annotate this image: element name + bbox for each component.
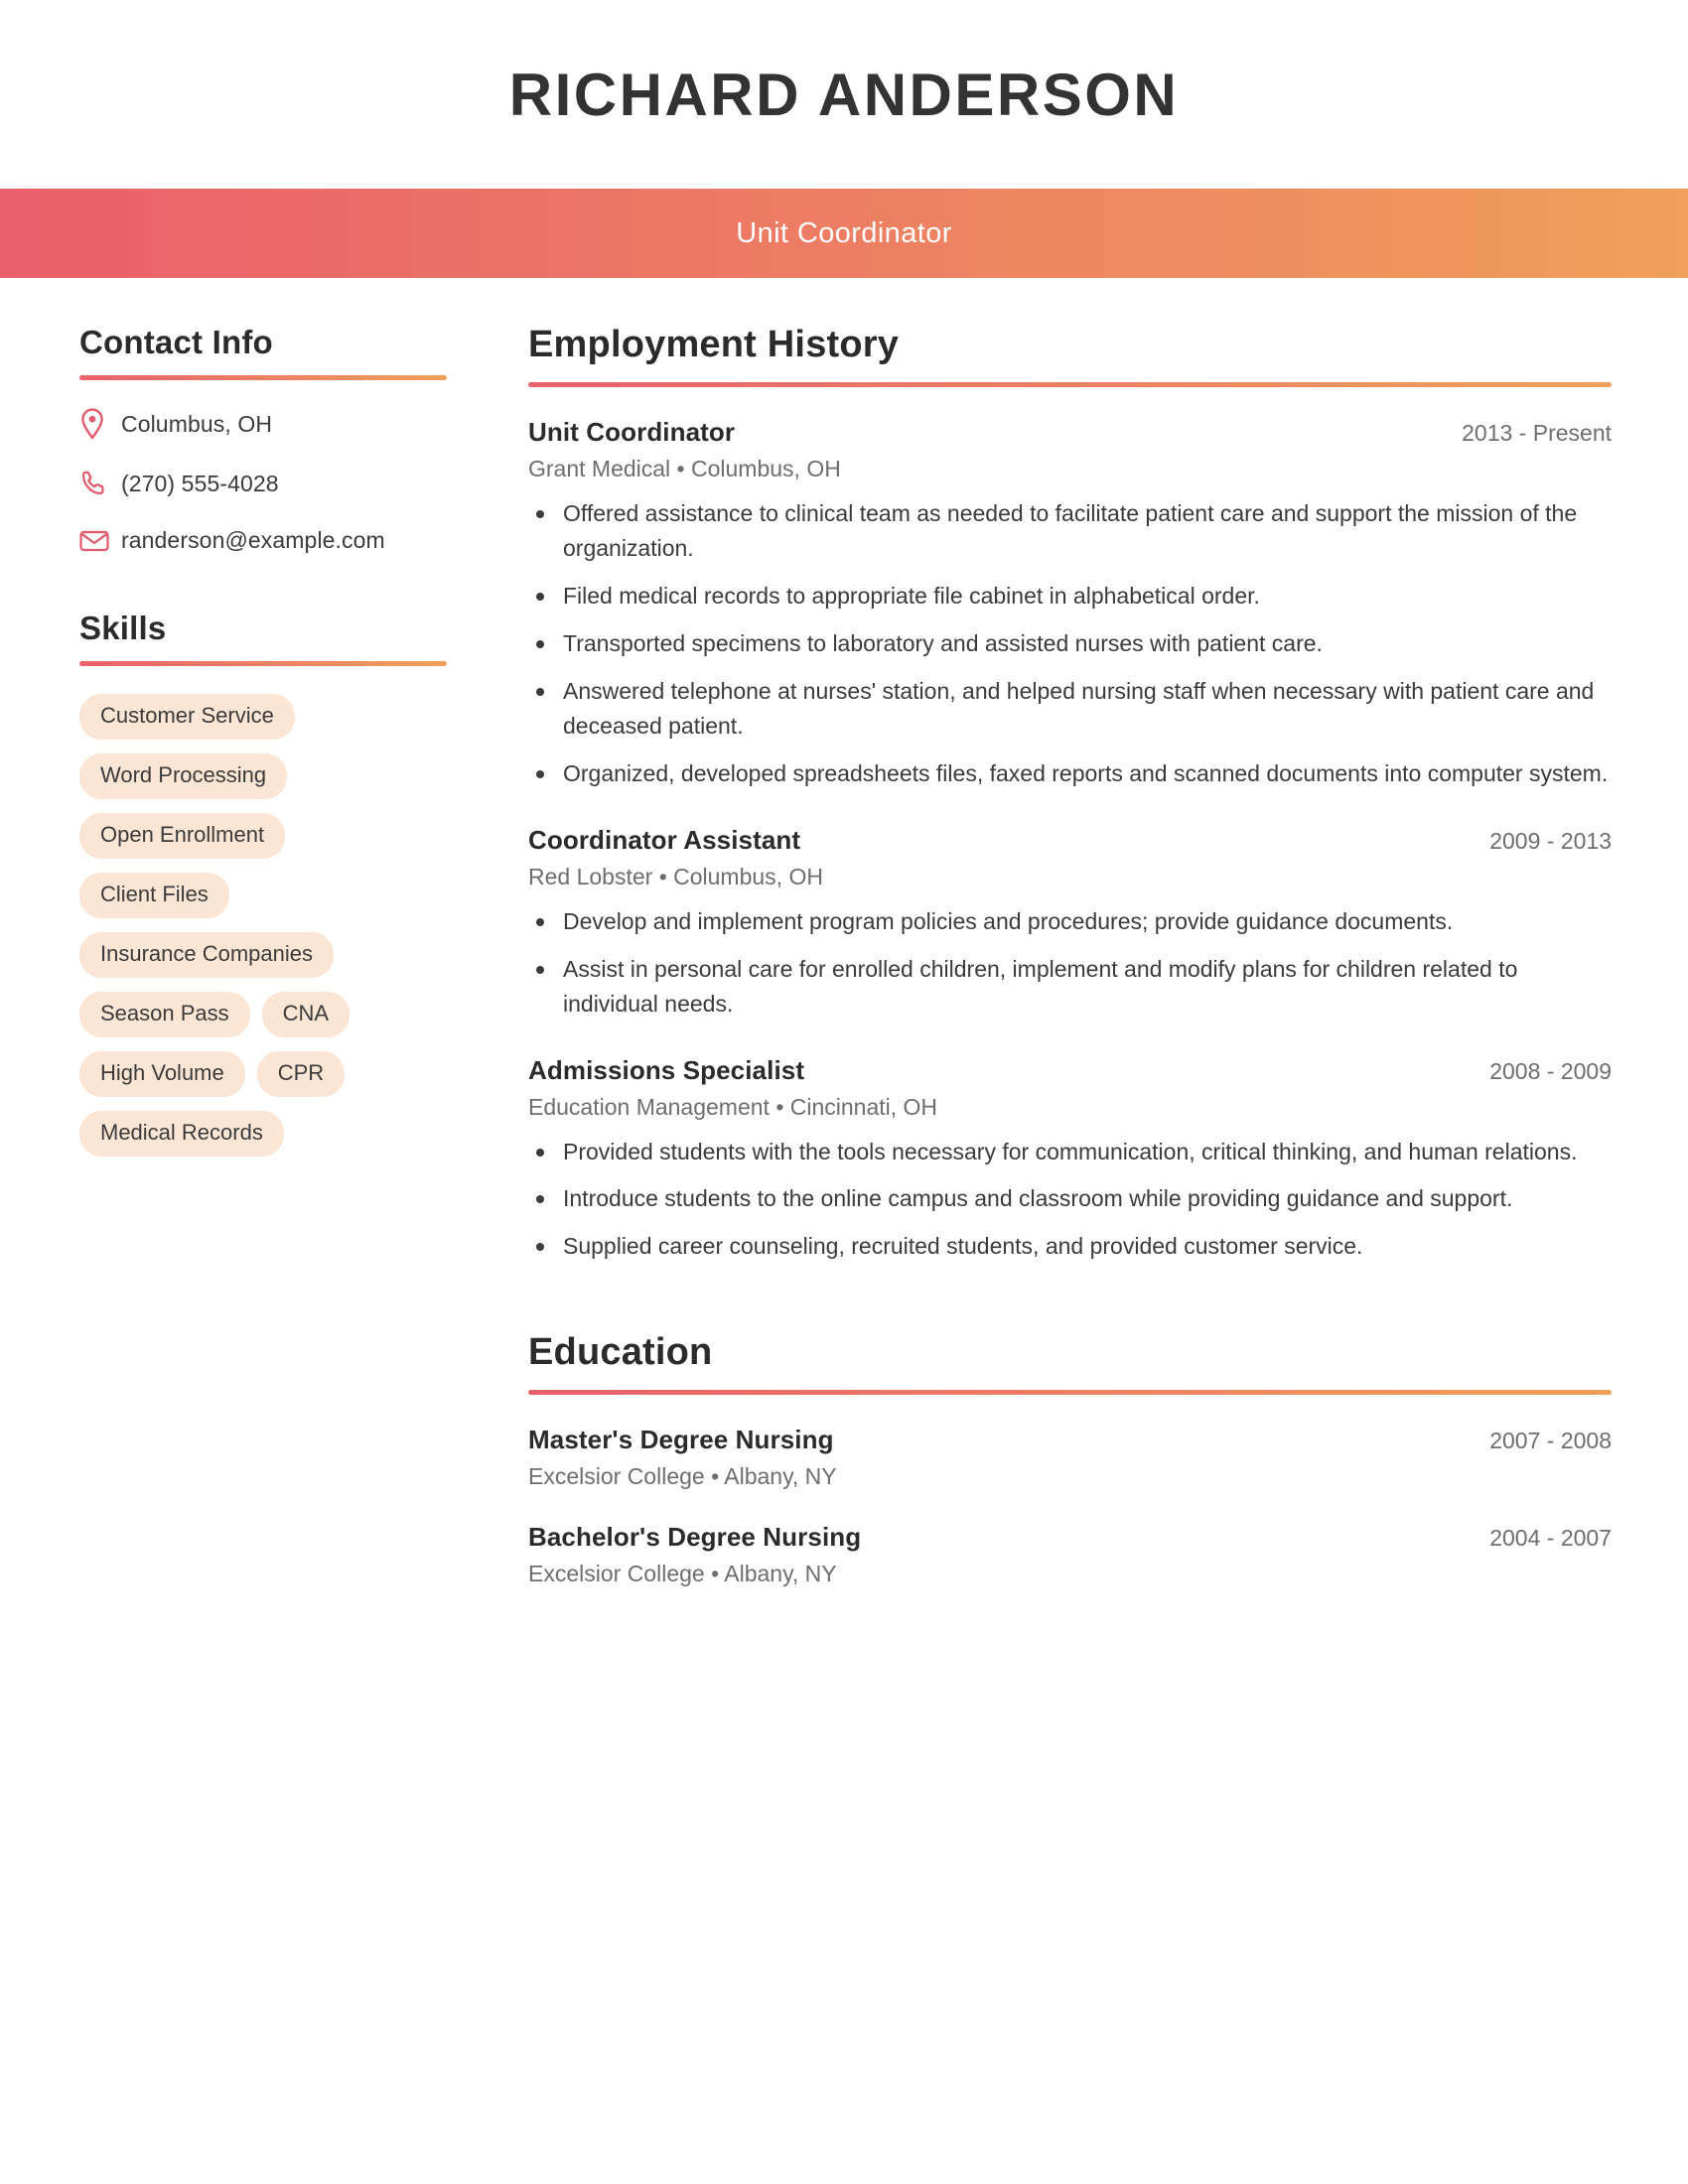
job-entry: Admissions Specialist 2008 - 2009 Educat… — [528, 1055, 1612, 1265]
phone-icon — [79, 470, 121, 497]
education-section: Education Master's Degree Nursing 2007 -… — [528, 1331, 1612, 1587]
job-bullet-list: Offered assistance to clinical team as n… — [528, 496, 1612, 791]
school-location: Excelsior College • Albany, NY — [528, 1561, 837, 1587]
employment-heading: Employment History — [528, 324, 900, 365]
resume-page: RICHARD ANDERSON Unit Coordinator Contac… — [0, 0, 1688, 2184]
skill-pill: Medical Records — [79, 1111, 284, 1157]
job-bullet: Organized, developed spreadsheets files,… — [528, 756, 1612, 791]
job-title: Admissions Specialist — [528, 1054, 805, 1085]
degree-title: Master's Degree Nursing — [528, 1425, 834, 1455]
contact-email-value: randerson@example.com — [121, 527, 385, 553]
job-bullet: Filed medical records to appropriate fil… — [528, 579, 1612, 614]
degree-title: Bachelor's Degree Nursing — [528, 1522, 862, 1553]
job-bullet: Offered assistance to clinical team as n… — [528, 496, 1612, 566]
skill-pill: High Volume — [79, 1051, 245, 1097]
job-entry: Coordinator Assistant 2009 - 2013 Red Lo… — [528, 825, 1612, 1022]
headline-job-title: Unit Coordinator — [736, 216, 952, 249]
education-entry-header: Master's Degree Nursing 2007 - 2008 — [528, 1425, 1612, 1455]
skill-list: Customer Service Word Processing Open En… — [79, 694, 407, 1157]
job-company-location: Red Lobster • Columbus, OH — [528, 863, 823, 889]
job-bullet-list: Provided students with the tools necessa… — [528, 1135, 1612, 1265]
job-entry-header: Unit Coordinator 2013 - Present — [528, 417, 1612, 448]
degree-dates: 2004 - 2007 — [1489, 1525, 1612, 1552]
job-bullet: Introduce students to the online campus … — [528, 1181, 1612, 1216]
skill-pill: Open Enrollment — [79, 813, 286, 859]
school-location: Excelsior College • Albany, NY — [528, 1463, 837, 1490]
job-bullet-list: Develop and implement program policies a… — [528, 904, 1612, 1022]
contact-heading: Contact Info — [79, 324, 273, 360]
job-entry: Unit Coordinator 2013 - Present Grant Me… — [528, 417, 1612, 791]
job-bullet: Develop and implement program policies a… — [528, 904, 1612, 939]
employment-section: Employment History Unit Coordinator 2013… — [528, 324, 1612, 1264]
job-dates: 2009 - 2013 — [1489, 827, 1612, 854]
contact-item-phone: (270) 555-4028 — [79, 470, 447, 497]
job-bullet: Transported specimens to laboratory and … — [528, 626, 1612, 661]
skill-pill: Customer Service — [79, 694, 295, 740]
contact-divider — [79, 375, 447, 380]
page-title: RICHARD ANDERSON — [508, 61, 1180, 128]
job-bullet: Provided students with the tools necessa… — [528, 1135, 1612, 1169]
job-bullet: Supplied career counseling, recruited st… — [528, 1229, 1612, 1264]
employment-divider — [528, 382, 1612, 387]
job-entry-header: Coordinator Assistant 2009 - 2013 — [528, 825, 1612, 856]
contact-item-location: Columbus, OH — [79, 408, 447, 440]
job-bullet: Answered telephone at nurses' station, a… — [528, 674, 1612, 744]
job-entry-header: Admissions Specialist 2008 - 2009 — [528, 1055, 1612, 1086]
skills-divider — [79, 661, 447, 666]
education-divider — [528, 1390, 1612, 1396]
job-company-location: Grant Medical • Columbus, OH — [528, 456, 841, 481]
education-heading: Education — [528, 1331, 713, 1374]
skill-pill: Insurance Companies — [79, 932, 335, 978]
contact-phone-value: (270) 555-4028 — [121, 470, 279, 496]
main-content: Employment History Unit Coordinator 2013… — [467, 324, 1688, 1619]
job-title: Coordinator Assistant — [528, 824, 801, 855]
sidebar: Contact Info Columbus, OH (270) 555-4028… — [0, 324, 467, 1619]
education-entry: Master's Degree Nursing 2007 - 2008 Exce… — [528, 1425, 1612, 1490]
job-dates: 2013 - Present — [1462, 420, 1612, 446]
resume-body: Contact Info Columbus, OH (270) 555-4028… — [0, 278, 1688, 1619]
contact-list: Columbus, OH (270) 555-4028 randerson@ex… — [79, 408, 447, 554]
skill-pill: Word Processing — [79, 753, 288, 799]
skills-heading: Skills — [79, 610, 167, 646]
education-entry-header: Bachelor's Degree Nursing 2004 - 2007 — [528, 1522, 1612, 1553]
name-header: RICHARD ANDERSON — [0, 0, 1688, 189]
contact-item-email: randerson@example.com — [79, 527, 447, 554]
skill-pill: Season Pass — [79, 992, 250, 1037]
location-pin-icon — [79, 408, 121, 440]
envelope-icon — [79, 529, 121, 553]
skills-section: Skills Customer Service Word Processing … — [79, 610, 447, 1157]
job-title: Unit Coordinator — [528, 417, 736, 447]
job-company-location: Education Management • Cincinnati, OH — [528, 1093, 938, 1120]
contact-section: Contact Info Columbus, OH (270) 555-4028… — [79, 324, 447, 554]
skill-pill: Client Files — [79, 873, 229, 918]
job-dates: 2008 - 2009 — [1489, 1057, 1612, 1084]
job-title-band: Unit Coordinator — [0, 189, 1688, 278]
job-bullet: Assist in personal care for enrolled chi… — [528, 952, 1612, 1022]
degree-dates: 2007 - 2008 — [1489, 1428, 1612, 1454]
skill-pill: CPR — [256, 1051, 346, 1097]
contact-location-value: Columbus, OH — [121, 410, 273, 437]
skill-pill: CNA — [261, 992, 351, 1037]
education-entry: Bachelor's Degree Nursing 2004 - 2007 Ex… — [528, 1522, 1612, 1587]
